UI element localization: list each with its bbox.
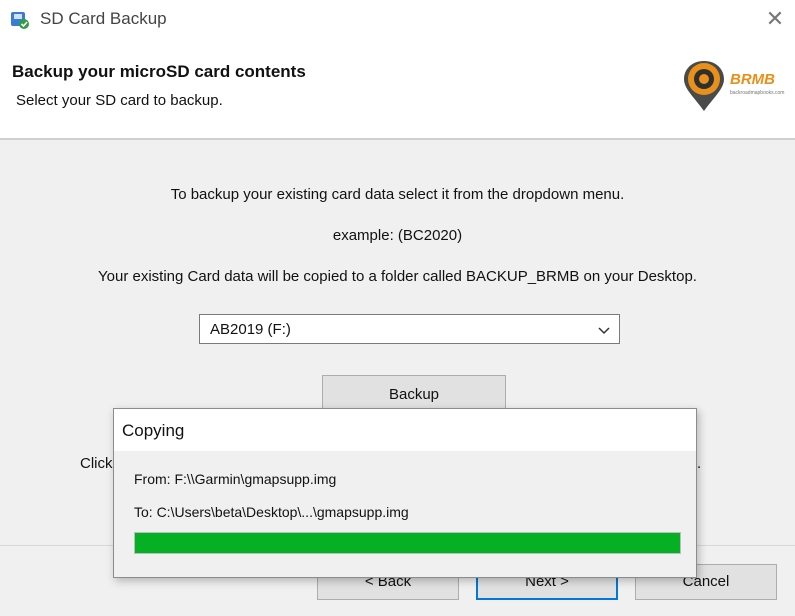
copy-source-path: From: F:\\Garmin\gmapsupp.img — [134, 471, 337, 487]
wizard-header: Backup your microSD card contents Select… — [0, 40, 795, 138]
destination-note: Your existing Card data will be copied t… — [98, 268, 697, 285]
brmb-logo: BRMB backroadmapbooks.com — [684, 61, 784, 111]
page-subtitle: Select your SD card to backup. — [16, 92, 223, 109]
svg-text:backroadmapbooks.com: backroadmapbooks.com — [730, 90, 784, 96]
sd-card-dropdown[interactable]: AB2019 (F:) — [199, 314, 620, 344]
example-text: example: (BC2020) — [332, 227, 463, 244]
copying-dialog: Copying From: F:\\Garmin\gmapsupp.img To… — [113, 408, 697, 578]
instruction-text: To backup your existing card data select… — [170, 186, 625, 203]
copy-progress-bar — [134, 532, 681, 554]
close-icon: ✕ — [765, 6, 785, 31]
copying-dialog-title: Copying — [122, 421, 185, 440]
svg-text:BRMB: BRMB — [730, 71, 775, 88]
sd-card-backup-icon — [11, 12, 29, 29]
page-title: Backup your microSD card contents — [12, 62, 306, 81]
copy-destination-path: To: C:\Users\beta\Desktop\...\gmapsupp.i… — [134, 504, 409, 520]
copying-dialog-titlebar: Copying — [114, 409, 696, 451]
click-instruction-end: . — [697, 455, 702, 472]
dropdown-selected-value: AB2019 (F:) — [210, 321, 291, 338]
chevron-down-icon — [598, 327, 610, 335]
click-instruction-start: Click — [80, 455, 113, 472]
copy-progress-fill — [135, 533, 680, 553]
title-bar: SD Card Backup ✕ — [0, 0, 795, 40]
window-title: SD Card Backup — [40, 9, 167, 28]
close-button[interactable]: ✕ — [760, 4, 790, 34]
